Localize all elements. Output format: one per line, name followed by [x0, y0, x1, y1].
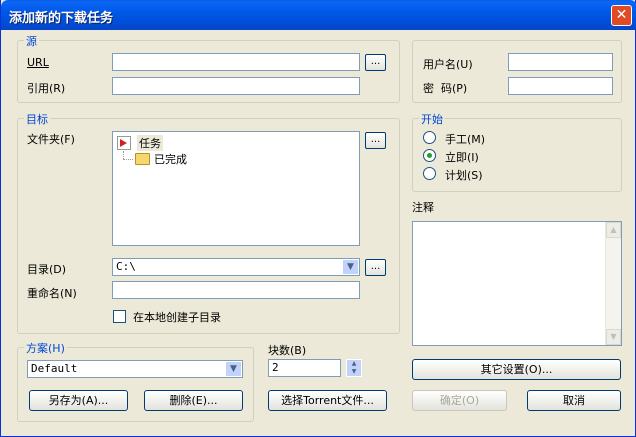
url-label: URL: [27, 56, 49, 69]
notes-textarea[interactable]: ▲ ▼: [412, 221, 622, 346]
referer-label: 引用(R): [27, 82, 66, 95]
blocks-spinner[interactable]: ▲ ▼: [346, 359, 362, 377]
cancel-button[interactable]: 取消: [527, 390, 621, 411]
close-button[interactable]: ✕: [611, 5, 632, 26]
radio-immediate-label: 立即(I): [445, 151, 479, 164]
target-legend: 目标: [24, 111, 50, 127]
password-input[interactable]: [508, 77, 613, 95]
url-input[interactable]: [112, 53, 360, 71]
window-title: 添加新的下载任务: [9, 11, 114, 26]
username-input[interactable]: [508, 53, 613, 71]
spin-down-icon[interactable]: ▼: [347, 368, 361, 376]
title-bar[interactable]: 添加新的下载任务 ✕: [1, 0, 636, 30]
directory-combo[interactable]: C:\: [112, 258, 360, 276]
notes-label: 注释: [412, 201, 434, 214]
username-label: 用户名(U): [423, 58, 473, 71]
scroll-down-icon[interactable]: ▼: [606, 329, 621, 345]
radio-scheduled[interactable]: [423, 167, 436, 180]
scheme-legend: 方案(H): [24, 340, 67, 356]
tree-label: 任务: [137, 135, 163, 151]
radio-immediate[interactable]: [423, 149, 436, 162]
save-as-button[interactable]: 另存为(A)...: [29, 390, 128, 411]
ok-button[interactable]: 确定(O): [412, 390, 507, 411]
other-settings-button[interactable]: 其它设置(O)...: [412, 359, 621, 380]
blocks-label: 块数(B): [268, 344, 307, 357]
chevron-down-icon: ▼: [230, 364, 237, 374]
scheme-dropdown-button[interactable]: ▼: [225, 361, 242, 377]
scroll-up-icon[interactable]: ▲: [606, 222, 621, 238]
directory-dropdown-button[interactable]: ▼: [342, 259, 359, 275]
radio-manual-label: 手工(M): [445, 133, 486, 146]
tree-label: 已完成: [154, 153, 187, 166]
tree-item-tasks[interactable]: 任务: [117, 135, 163, 151]
download-dialog: 添加新的下载任务 ✕ 源 URL ... 引用(R) 用户名(U) 密 码(P)…: [0, 0, 636, 437]
chevron-down-icon: ▼: [347, 262, 354, 272]
radio-manual[interactable]: [423, 131, 436, 144]
start-legend: 开始: [419, 111, 445, 127]
select-torrent-button[interactable]: 选择Torrent文件...: [268, 390, 387, 411]
tree-item-completed[interactable]: 已完成: [135, 151, 187, 167]
completed-folder-icon: [135, 153, 150, 165]
directory-label: 目录(D): [27, 263, 67, 276]
source-legend: 源: [24, 33, 39, 49]
start-group: 开始: [412, 111, 622, 192]
radio-scheduled-label: 计划(S): [445, 169, 483, 182]
directory-browse-button[interactable]: ...: [365, 259, 386, 276]
url-browse-button[interactable]: ...: [365, 54, 386, 71]
notes-scrollbar[interactable]: ▲ ▼: [605, 222, 621, 345]
tree-connector: [123, 151, 124, 159]
tree-connector: [123, 159, 133, 160]
delete-button[interactable]: 删除(E)...: [144, 390, 243, 411]
password-label: 密 码(P): [423, 82, 468, 95]
rename-input[interactable]: [112, 281, 360, 299]
scheme-combo[interactable]: Default: [27, 360, 243, 378]
create-subdir-label: 在本地创建子目录: [133, 311, 221, 324]
folder-browse-button[interactable]: ...: [365, 132, 386, 149]
rename-label: 重命名(N): [27, 287, 77, 300]
folder-label: 文件夹(F): [27, 133, 75, 146]
blocks-input[interactable]: 2: [268, 359, 341, 377]
folder-tree[interactable]: 任务 已完成: [112, 131, 360, 246]
create-subdir-checkbox[interactable]: [113, 310, 126, 323]
task-folder-icon: [117, 136, 131, 150]
referer-input[interactable]: [112, 77, 360, 95]
spin-up-icon[interactable]: ▲: [347, 360, 361, 368]
